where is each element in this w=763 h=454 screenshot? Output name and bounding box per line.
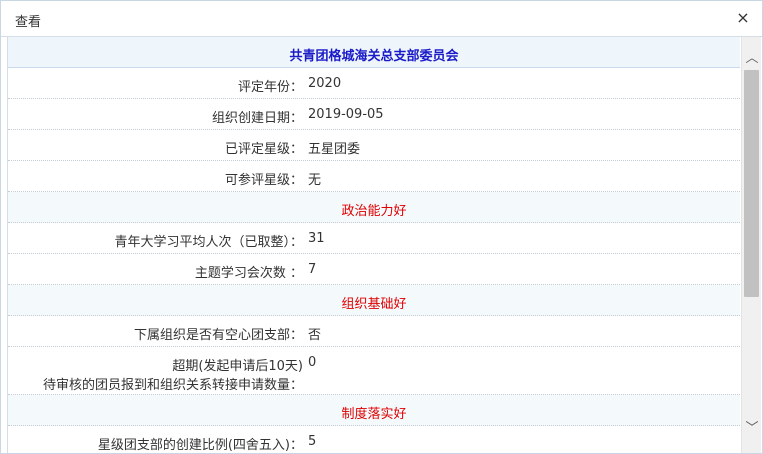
field-label: 下属组织是否有空心团支部：: [133, 328, 303, 343]
scroll-down-icon[interactable]: ﹀: [742, 419, 762, 439]
info-row: 星级团支部的创建比例(四舍五入)： 5: [8, 426, 740, 453]
field-label-line: 超期(发起申请后10天): [172, 359, 303, 374]
org-name: 共青团格城海关总支部委员会: [289, 49, 459, 64]
field-label: 可参评星级：: [224, 173, 303, 188]
info-row: 已评定星级： 五星团委: [8, 130, 740, 161]
section-header: 制度落实好: [8, 395, 740, 426]
field-label: 超期(发起申请后10天) 待审核的团员报到和组织关系转接申请数量：: [43, 355, 303, 393]
org-name-header: 共青团格城海关总支部委员会: [8, 37, 740, 68]
info-row: 主题学习会次数 ： 7: [8, 254, 740, 285]
scroll-up-icon[interactable]: ︿: [742, 49, 762, 69]
field-value: 2020: [308, 76, 342, 91]
section-header: 政治能力好: [8, 192, 740, 223]
section-title: 政治能力好: [341, 204, 407, 219]
scroll-thumb[interactable]: [744, 70, 759, 297]
info-row: 超期(发起申请后10天) 待审核的团员报到和组织关系转接申请数量： 0: [8, 347, 740, 395]
info-row: 青年大学习平均人次（已取整）： 31: [8, 223, 740, 254]
field-label: 评定年份：: [237, 80, 303, 95]
field-value: 7: [308, 262, 317, 277]
field-value: 31: [308, 231, 325, 246]
field-label-line: 待审核的团员报到和组织关系转接申请数量：: [42, 378, 303, 393]
field-label: 青年大学习平均人次（已取整）：: [114, 235, 303, 250]
field-label: 组织创建日期：: [211, 111, 303, 126]
field-value: 0: [308, 355, 317, 370]
view-dialog: 查看 × 共青团格城海关总支部委员会 评定年份： 2020 组织创建日期： 20…: [0, 0, 763, 454]
section-title: 制度落实好: [341, 407, 407, 422]
vertical-scrollbar[interactable]: ︿ ﹀: [741, 37, 761, 453]
field-label: 星级团支部的创建比例(四舍五入)：: [97, 438, 303, 453]
info-row: 评定年份： 2020: [8, 68, 740, 99]
close-icon[interactable]: ×: [734, 9, 752, 27]
dialog-content: 共青团格城海关总支部委员会 评定年份： 2020 组织创建日期： 2019-09…: [7, 37, 740, 453]
field-label: 主题学习会次数 ：: [194, 266, 303, 281]
field-value: 5: [308, 434, 317, 449]
info-row: 组织创建日期： 2019-09-05: [8, 99, 740, 130]
field-value: 五星团委: [308, 142, 361, 157]
section-header: 组织基础好: [8, 285, 740, 316]
section-title: 组织基础好: [341, 297, 407, 312]
field-label: 已评定星级：: [224, 142, 303, 157]
field-value: 否: [308, 328, 322, 343]
field-value: 无: [308, 173, 322, 188]
field-value: 2019-09-05: [308, 107, 384, 122]
info-row: 下属组织是否有空心团支部： 否: [8, 316, 740, 347]
dialog-title: 查看: [15, 15, 42, 30]
dialog-titlebar: 查看 ×: [1, 1, 762, 37]
info-row: 可参评星级： 无: [8, 161, 740, 192]
